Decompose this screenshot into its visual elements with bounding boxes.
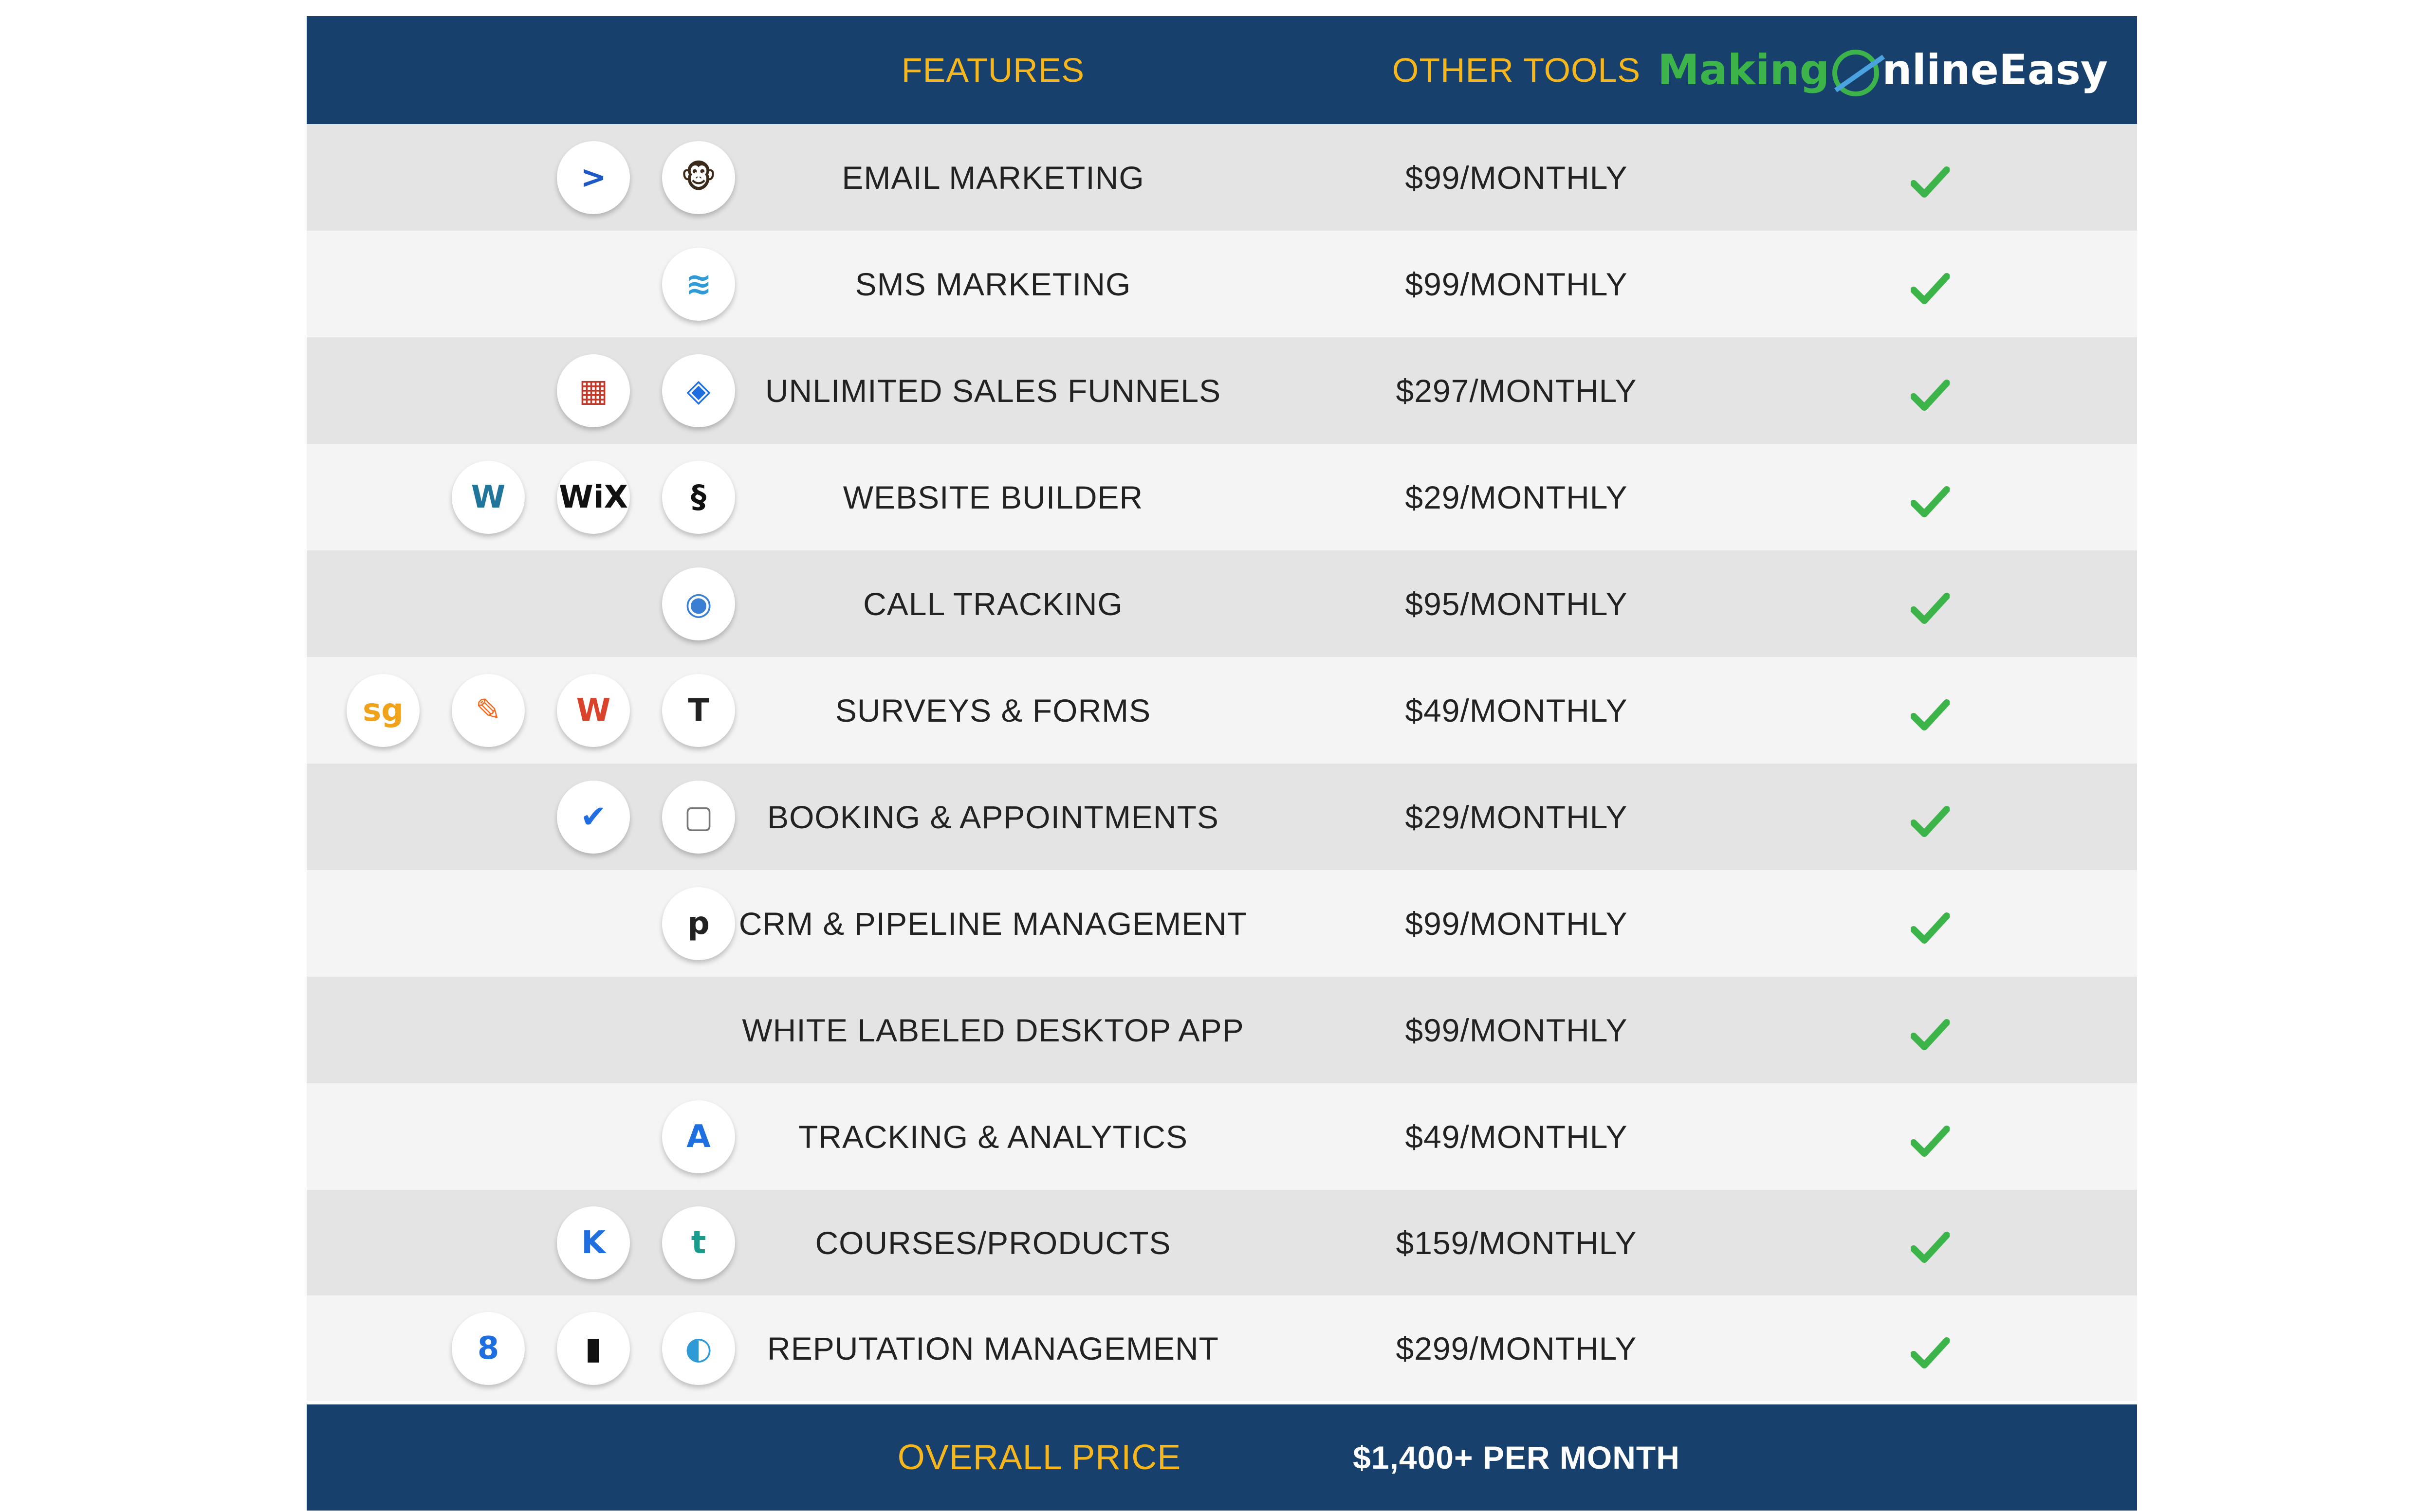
tool-icons: ◉ (630, 550, 735, 657)
overall-price-value: $1,400+ PER MONTH (1353, 1439, 1680, 1476)
acuity-check-icon: ✔ (557, 780, 630, 854)
brand-logo: Making nlineEasy (1658, 16, 2108, 124)
jotform-icon: ✎ (452, 674, 525, 747)
tool-icons: § WiX W (420, 444, 735, 550)
other-tools-price: $29/MONTHLY (1405, 799, 1628, 835)
tool-icons: ▢ ✔ (525, 764, 735, 870)
globe-icon (1832, 50, 1880, 96)
brand-logo-part1: Making (1658, 46, 1830, 94)
podium-icon: ▮ (557, 1312, 630, 1385)
check-icon (1911, 273, 1950, 304)
squarespace-icon: § (662, 460, 735, 534)
feature-name: EMAIL MARKETING (842, 159, 1144, 196)
table-row: § WiX W WEBSITE BUILDER $29/MONTHLY (307, 444, 2137, 550)
table-row: t K COURSES/PRODUCTS $159/MONTHLY (307, 1190, 2137, 1295)
feature-name: REPUTATION MANAGEMENT (767, 1330, 1219, 1366)
reputation-icon: ◐ (662, 1312, 735, 1385)
check-icon (1911, 166, 1950, 198)
tool-icons: ◐ ▮ 8 (420, 1295, 735, 1401)
check-icon (1911, 1231, 1950, 1263)
wordpress-icon: W (452, 460, 525, 534)
birdeye-icon: 8 (452, 1312, 525, 1385)
activecampaign-icon: > (557, 141, 630, 214)
other-tools-price: $49/MONTHLY (1405, 692, 1628, 729)
other-tools-price: $299/MONTHLY (1396, 1330, 1637, 1366)
check-icon (1911, 379, 1950, 411)
other-tools-price: $95/MONTHLY (1405, 585, 1628, 622)
clickfunnels-icon: ▦ (557, 354, 630, 427)
tool-icons: p (630, 870, 735, 977)
tool-icons: ◈ ▦ (525, 337, 735, 444)
feature-name: CRM & PIPELINE MANAGEMENT (738, 905, 1248, 942)
table-row: ▢ ✔ BOOKING & APPOINTMENTS $29/MONTHLY (307, 764, 2137, 870)
typeform-icon: T (662, 674, 735, 747)
mailchimp-icon: 🐵 (662, 141, 735, 214)
feature-rows: 🐵 > EMAIL MARKETING $99/MONTHLY ≋ SMS MARKETI… (307, 124, 2137, 1401)
check-icon (1911, 805, 1950, 837)
other-tools-price: $99/MONTHLY (1405, 266, 1628, 302)
tool-icons: tK (525, 1190, 735, 1295)
other-tools-price: $29/MONTHLY (1405, 479, 1628, 515)
check-icon (1911, 1337, 1950, 1368)
other-tools-price: $99/MONTHLY (1405, 159, 1628, 196)
table-row: p CRM & PIPELINE MANAGEMENT $99/MONTHLY (307, 870, 2137, 977)
table-row: T W ✎ sg SURVEYS & FORMS $49/MONTHLY (307, 657, 2137, 764)
other-tools-price: $49/MONTHLY (1405, 1118, 1628, 1155)
wix-icon: WiX (557, 460, 630, 534)
feature-name: SMS MARKETING (855, 266, 1131, 302)
tool-icons: T W ✎ sg (314, 657, 735, 764)
check-icon (1911, 592, 1950, 624)
call-tracking-icon: ◉ (662, 567, 735, 640)
teachable-icon: t (662, 1206, 735, 1279)
feature-name: BOOKING & APPOINTMENTS (767, 799, 1219, 835)
overall-price-label: OVERALL PRICE (897, 1438, 1181, 1477)
tool-icons: ≋ (630, 231, 735, 337)
table-footer: OVERALL PRICE $1,400+ PER MONTH (307, 1404, 2137, 1511)
feature-name: UNLIMITED SALES FUNNELS (765, 372, 1221, 409)
table-row: ◉ CALL TRACKING $95/MONTHLY (307, 550, 2137, 657)
kajabi-icon: K (557, 1206, 630, 1279)
table-header: FEATURES OTHER TOOLS Making nlineEasy (307, 16, 2137, 124)
tool-icons: 🐵 > (525, 124, 735, 231)
layers-icon: ◈ (662, 354, 735, 427)
check-icon (1911, 486, 1950, 517)
calendar-icon: ▢ (662, 780, 735, 854)
brand-logo-part2: nlineEasy (1882, 46, 2108, 94)
table-row: A TRACKING & ANALYTICS $49/MONTHLY (307, 1083, 2137, 1190)
analytics-a-icon: A (662, 1100, 735, 1173)
table-row: WHITE LABELED DESKTOP APP $99/MONTHLY (307, 977, 2137, 1083)
feature-name: COURSES/PRODUCTS (815, 1224, 1171, 1261)
table-row: 🐵 > EMAIL MARKETING $99/MONTHLY (307, 124, 2137, 231)
tool-icons: A (630, 1083, 735, 1190)
feature-name: SURVEYS & FORMS (835, 692, 1151, 729)
check-icon (1911, 1019, 1950, 1050)
feature-name: WHITE LABELED DESKTOP APP (742, 1012, 1244, 1048)
comparison-table: FEATURES OTHER TOOLS Making nlineEasy 🐵 > E… (307, 16, 2137, 1511)
features-column-header: FEATURES (901, 51, 1085, 89)
check-icon (1911, 699, 1950, 730)
check-icon (1911, 1125, 1950, 1157)
table-row: ◐ ▮ 8 REPUTATION MANAGEMENT $299/MONTHLY (307, 1295, 2137, 1401)
layers-chevron-icon: ≋ (662, 247, 735, 321)
feature-name: WEBSITE BUILDER (843, 479, 1143, 515)
other-tools-price: $99/MONTHLY (1405, 1012, 1628, 1048)
table-row: ≋ SMS MARKETING $99/MONTHLY (307, 231, 2137, 337)
pipedrive-icon: p (662, 887, 735, 960)
feature-name: TRACKING & ANALYTICS (798, 1118, 1188, 1155)
check-icon (1911, 912, 1950, 944)
feature-name: CALL TRACKING (863, 585, 1123, 622)
other-tools-price: $297/MONTHLY (1396, 372, 1637, 409)
other-tools-price: $159/MONTHLY (1396, 1224, 1637, 1261)
surveygizmo-icon: sg (347, 674, 420, 747)
table-row: ◈ ▦ UNLIMITED SALES FUNNELS $297/MONTHLY (307, 337, 2137, 444)
other-tools-price: $99/MONTHLY (1405, 905, 1628, 942)
wufoo-icon: W (557, 674, 630, 747)
